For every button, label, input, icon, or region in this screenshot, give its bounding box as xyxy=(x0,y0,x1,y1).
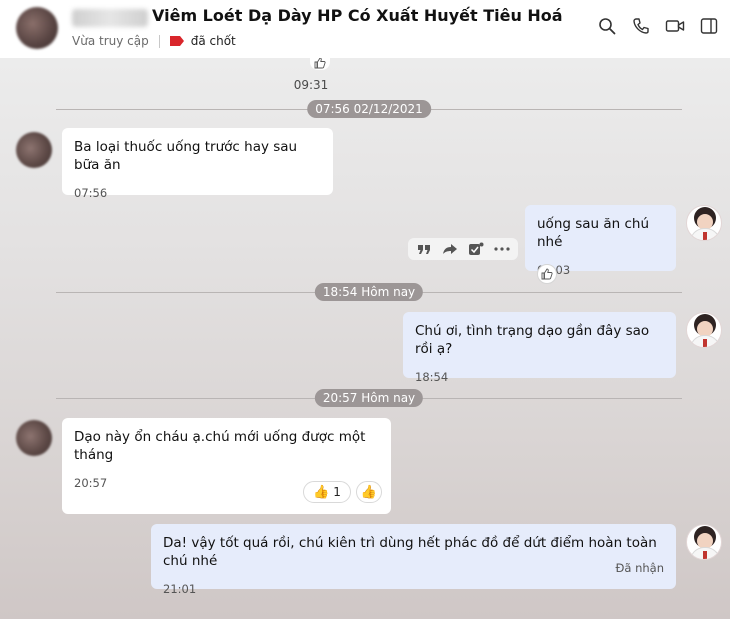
like-icon[interactable] xyxy=(310,58,330,70)
task-icon[interactable] xyxy=(468,241,484,257)
delivery-status: Đã nhận xyxy=(615,561,664,575)
search-icon[interactable] xyxy=(596,15,618,37)
chat-header: Viêm Loét Dạ Dày HP Có Xuất Huyết Tiêu H… xyxy=(0,0,730,58)
my-avatar[interactable] xyxy=(686,312,722,348)
my-avatar[interactable] xyxy=(686,524,722,560)
message-text: Ba loại thuốc uống trước hay sau bữa ăn xyxy=(74,139,298,173)
video-icon[interactable] xyxy=(664,15,686,37)
message-time: 21:01 xyxy=(163,582,197,596)
my-avatar[interactable] xyxy=(686,205,722,241)
conversation-title[interactable]: Viêm Loét Dạ Dày HP Có Xuất Huyết Tiêu H… xyxy=(152,6,563,25)
forward-icon[interactable] xyxy=(442,241,458,257)
message-list[interactable]: 09:31 07:56 02/12/2021 Ba loại thuốc uốn… xyxy=(0,58,730,619)
sidebar-toggle-icon[interactable] xyxy=(698,15,720,37)
blurred-contact-name xyxy=(72,9,148,27)
message-time: 18:54 xyxy=(415,370,449,384)
message-text: uống sau ăn chú nhé xyxy=(537,216,650,250)
date-divider-label: 20:57 Hôm nay xyxy=(314,389,424,407)
message-bubble[interactable]: Da! vậy tốt quá rồi, chú kiên trì dùng h… xyxy=(151,524,676,596)
date-divider-label: 07:56 02/12/2021 xyxy=(307,100,431,118)
thumbs-up-icon: 👍 xyxy=(313,484,330,500)
date-divider-label: 18:54 Hôm nay xyxy=(314,283,424,301)
message-bubble[interactable]: uống sau ăn chú nhé 08:03 xyxy=(525,205,676,277)
reaction-count-badge[interactable]: 👍 1 xyxy=(303,481,351,503)
thumbs-up-icon: 👍 xyxy=(360,484,378,500)
message-time: 07:56 xyxy=(74,186,108,200)
phone-icon[interactable] xyxy=(630,15,652,37)
tag-icon[interactable] xyxy=(169,36,184,46)
like-icon[interactable] xyxy=(537,264,557,284)
more-icon[interactable] xyxy=(494,241,510,257)
online-status: Vừa truy cập xyxy=(72,34,149,48)
contact-avatar[interactable] xyxy=(16,132,52,168)
contact-avatar[interactable] xyxy=(16,420,52,456)
message-bubble[interactable]: Ba loại thuốc uống trước hay sau bữa ăn … xyxy=(62,128,333,200)
add-reaction-button[interactable]: 👍 xyxy=(356,481,382,503)
header-subtitle: Vừa truy cập đã chốt xyxy=(72,34,236,48)
separator xyxy=(158,34,160,48)
contact-avatar[interactable] xyxy=(16,7,58,49)
message-bubble[interactable]: Chú ơi, tình trạng dạo gần đây sao rồi ạ… xyxy=(403,312,676,384)
reaction-count: 1 xyxy=(333,485,341,499)
message-hover-actions xyxy=(408,238,518,260)
message-text: Chú ơi, tình trạng dạo gần đây sao rồi ạ… xyxy=(415,323,650,357)
message-text: Da! vậy tốt quá rồi, chú kiên trì dùng h… xyxy=(163,535,657,569)
quote-icon[interactable] xyxy=(416,241,432,257)
header-actions xyxy=(596,15,720,37)
message-time: 09:31 xyxy=(293,78,329,92)
tag-label[interactable]: đã chốt xyxy=(191,34,236,48)
message-text: Dạo này ổn cháu ạ.chú mới uống được một … xyxy=(74,429,366,463)
